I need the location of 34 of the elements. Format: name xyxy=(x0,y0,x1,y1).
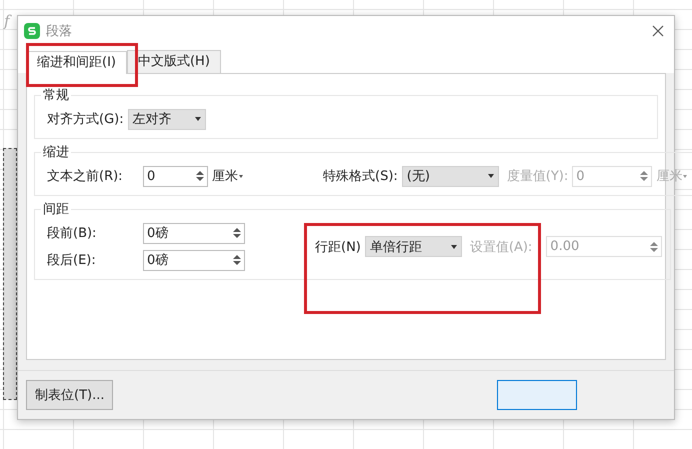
spin-arrows-icon[interactable] xyxy=(233,227,241,239)
group-title: 缩进 xyxy=(42,144,70,161)
app-icon xyxy=(24,23,40,39)
caret-icon xyxy=(683,174,688,178)
spin-arrows-icon[interactable] xyxy=(196,170,204,182)
group-title: 间距 xyxy=(42,201,70,218)
field-label: 设置值(A): xyxy=(470,238,532,256)
field-label: 文本之前(R): xyxy=(47,168,124,185)
field-label: 特殊格式(S): xyxy=(323,168,398,185)
field-label: 段后(E): xyxy=(47,252,97,269)
spin-arrows-icon[interactable] xyxy=(233,254,241,266)
close-icon[interactable] xyxy=(652,25,664,37)
tabs-button[interactable]: 制表位(T)... xyxy=(26,380,114,410)
group-title: 常规 xyxy=(42,87,70,104)
spin-field[interactable]: 0 xyxy=(143,166,208,186)
spin-field[interactable]: 0磅 xyxy=(143,222,245,244)
dropdown[interactable]: 左对齐 xyxy=(128,108,206,130)
formula-label: f xyxy=(4,12,10,30)
caret-icon xyxy=(194,117,201,121)
dropdown[interactable]: 单倍行距 xyxy=(364,236,462,257)
dropdown[interactable]: (无) xyxy=(402,166,499,186)
field-label: 度量值(Y): xyxy=(506,168,568,185)
window-title: 段落 xyxy=(46,23,72,40)
dialog-button[interactable] xyxy=(497,380,578,410)
caret-icon xyxy=(488,174,494,178)
field-label: 段前(B): xyxy=(47,225,98,242)
field-label: 行距(N) xyxy=(315,238,361,256)
tab[interactable]: 中文版式(H) xyxy=(126,50,221,73)
tab[interactable]: 缩进和间距(I) xyxy=(26,51,127,74)
spin-field[interactable]: 0磅 xyxy=(143,250,245,270)
caret-icon xyxy=(450,244,457,248)
unit-label[interactable]: 厘米 xyxy=(212,167,238,185)
field-label: 对齐方式(G): xyxy=(47,111,124,128)
caret-icon xyxy=(239,174,243,178)
